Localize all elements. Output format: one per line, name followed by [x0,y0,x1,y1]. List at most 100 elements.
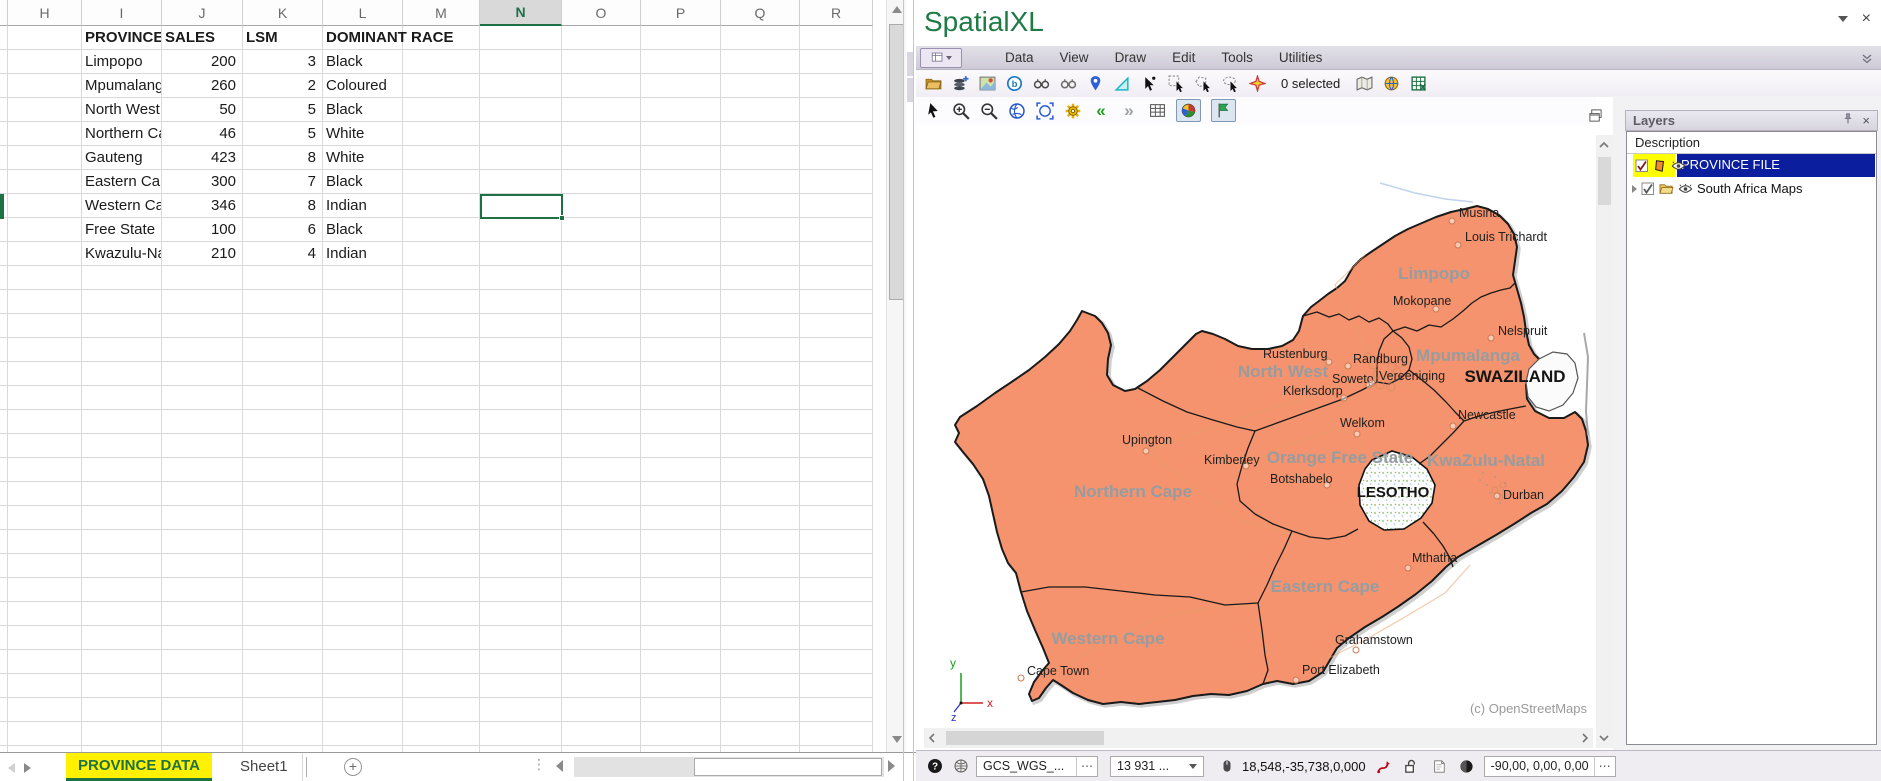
cell[interactable] [721,602,800,626]
cell[interactable] [641,194,721,218]
cell[interactable] [82,458,162,482]
cell[interactable] [800,386,873,410]
map-scroll-left-icon[interactable] [924,730,940,746]
cell[interactable] [403,650,480,674]
cell[interactable] [162,314,243,338]
cell[interactable]: 6 [243,218,323,242]
cell[interactable] [0,650,8,674]
cell[interactable] [403,722,480,746]
cell[interactable] [480,386,562,410]
export-to-excel-icon[interactable] [1409,75,1427,93]
basemap-icon[interactable] [978,75,996,93]
cell[interactable] [243,410,323,434]
cell[interactable] [8,434,82,458]
rotation-selector[interactable]: -90,00, 0,00, 0,00 ⋯ [1483,755,1616,777]
cell[interactable] [641,362,721,386]
cell[interactable] [641,50,721,74]
cell[interactable] [82,434,162,458]
crs-selector[interactable]: GCS_WGS_... ⋯ [976,755,1098,777]
cell[interactable] [8,578,82,602]
find-icon[interactable] [1032,75,1050,93]
cell[interactable] [82,674,162,698]
menu-item-edit[interactable]: Edit [1159,50,1208,65]
cell[interactable]: Mpumalanga [82,74,162,98]
thematic-map-button[interactable] [1176,99,1201,122]
cell[interactable] [323,482,403,506]
cell[interactable] [8,626,82,650]
cell[interactable] [800,530,873,554]
globe-3d-icon[interactable] [1458,757,1476,775]
map-vscroll-thumb[interactable] [1598,157,1611,205]
cell[interactable]: 4 [243,242,323,266]
cell[interactable] [243,578,323,602]
cell[interactable]: Free State [82,218,162,242]
cell[interactable] [8,602,82,626]
sheet-tab-province-data[interactable]: PROVINCE DATA [66,753,212,781]
pane-dropdown-icon[interactable] [1837,16,1848,22]
full-extent-icon[interactable] [1008,102,1026,120]
cell[interactable] [480,50,562,74]
cell[interactable]: Western Cape [82,194,162,218]
visibility-eye-icon[interactable] [1678,181,1693,196]
cell[interactable] [403,266,480,290]
cell[interactable] [0,242,8,266]
cell[interactable] [562,626,641,650]
cell[interactable] [800,146,873,170]
cell[interactable] [162,362,243,386]
cell[interactable] [8,98,82,122]
cell[interactable]: 8 [243,146,323,170]
cell[interactable] [641,674,721,698]
cell[interactable] [721,458,800,482]
cell[interactable] [403,482,480,506]
cell[interactable] [800,482,873,506]
cell[interactable] [403,578,480,602]
cell[interactable] [480,458,562,482]
cell[interactable] [641,386,721,410]
cell[interactable] [0,530,8,554]
cell[interactable] [403,338,480,362]
cell[interactable] [800,506,873,530]
find-next-icon[interactable] [1059,75,1077,93]
hscroll-left-button[interactable] [556,760,563,772]
cell[interactable] [82,506,162,530]
cell[interactable] [323,266,403,290]
column-header-J[interactable]: J [162,0,243,26]
cell[interactable] [641,506,721,530]
cell[interactable] [8,242,82,266]
column-header-P[interactable]: P [641,0,721,26]
cell[interactable] [641,650,721,674]
cell[interactable] [721,50,800,74]
cell[interactable] [480,674,562,698]
cell[interactable] [562,50,641,74]
cell[interactable] [8,338,82,362]
label-flag-button[interactable] [1211,99,1236,122]
cell[interactable] [8,722,82,746]
column-header-stub[interactable] [0,0,8,26]
cell[interactable] [562,434,641,458]
cell[interactable] [480,338,562,362]
cell[interactable] [162,266,243,290]
cell[interactable] [721,362,800,386]
cell[interactable] [403,98,480,122]
cell[interactable] [0,218,8,242]
cell[interactable] [82,530,162,554]
excel-vscroll-thumb[interactable] [889,24,904,300]
cell[interactable] [162,482,243,506]
cell[interactable] [800,218,873,242]
cell[interactable] [562,722,641,746]
cell[interactable]: Black [323,98,403,122]
cell[interactable] [800,98,873,122]
cell[interactable] [562,458,641,482]
cell[interactable] [641,698,721,722]
cell[interactable] [8,50,82,74]
cell[interactable] [162,338,243,362]
cell[interactable] [243,554,323,578]
cell[interactable] [243,482,323,506]
cell[interactable] [721,290,800,314]
cell[interactable]: 260 [162,74,243,98]
cell[interactable] [403,410,480,434]
cell[interactable] [480,98,562,122]
cell[interactable] [800,554,873,578]
cell[interactable] [323,314,403,338]
cell[interactable] [8,122,82,146]
